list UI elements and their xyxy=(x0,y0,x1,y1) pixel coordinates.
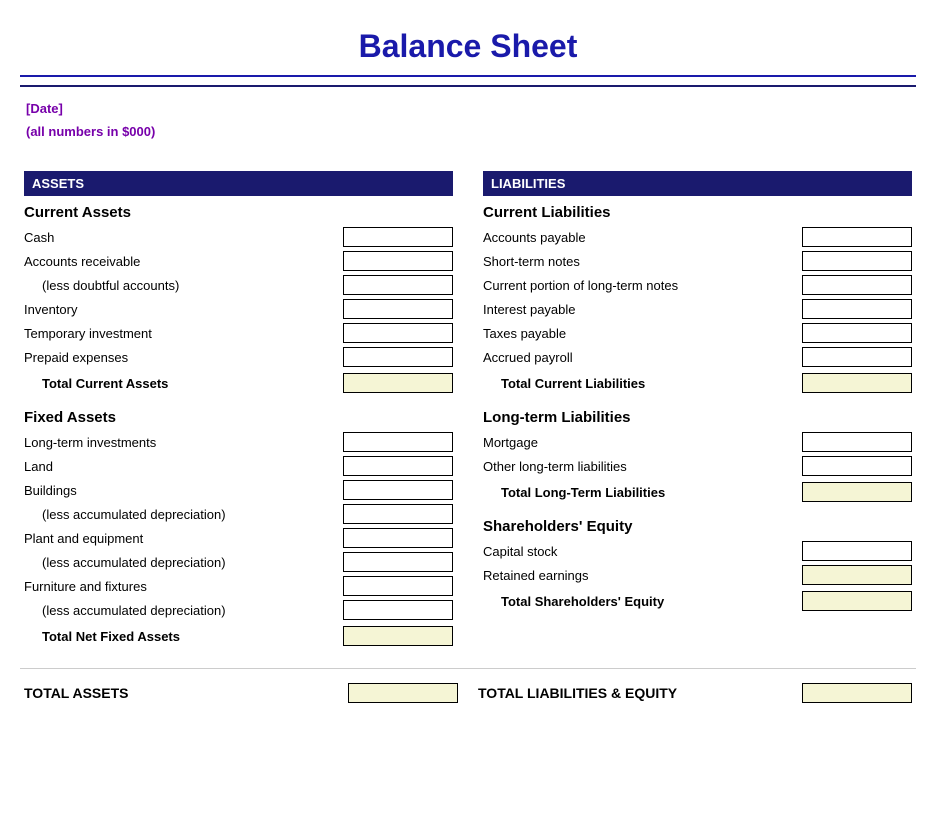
list-item: (less accumulated depreciation) xyxy=(24,550,453,574)
temporary-investment-input[interactable] xyxy=(343,323,453,343)
subtitle-date: [Date] xyxy=(20,95,916,118)
list-item: Current portion of long-term notes xyxy=(483,273,912,297)
plant-equipment-input[interactable] xyxy=(343,528,453,548)
total-liabilities-equity-row: TOTAL LIABILITIES & EQUITY xyxy=(478,679,912,707)
assets-header: ASSETS xyxy=(24,171,453,196)
capital-stock-input[interactable] xyxy=(802,541,912,561)
total-net-fixed-assets-row: Total Net Fixed Assets xyxy=(24,622,453,648)
total-liabilities-equity-input[interactable] xyxy=(802,683,912,703)
list-item: Accounts receivable xyxy=(24,249,453,273)
taxes-payable-input[interactable] xyxy=(802,323,912,343)
list-item: Long-term investments xyxy=(24,430,453,454)
total-current-assets-row: Total Current Assets xyxy=(24,369,453,395)
inventory-input[interactable] xyxy=(343,299,453,319)
list-item: Accrued payroll xyxy=(483,345,912,369)
less-accum-dep-furniture-input[interactable] xyxy=(343,600,453,620)
total-shareholders-equity-row: Total Shareholders' Equity xyxy=(483,587,912,613)
list-item: Other long-term liabilities xyxy=(483,454,912,478)
list-item: Accounts payable xyxy=(483,225,912,249)
longterm-liabilities-title: Long-term Liabilities xyxy=(483,409,912,426)
retained-earnings-input[interactable] xyxy=(802,565,912,585)
list-item: (less accumulated depreciation) xyxy=(24,598,453,622)
land-input[interactable] xyxy=(343,456,453,476)
other-longterm-liabilities-input[interactable] xyxy=(802,456,912,476)
page-title: Balance Sheet xyxy=(20,10,916,77)
list-item: Mortgage xyxy=(483,430,912,454)
list-item: Furniture and fixtures xyxy=(24,574,453,598)
buildings-input[interactable] xyxy=(343,480,453,500)
total-current-liabilities-input[interactable] xyxy=(802,373,912,393)
cash-input[interactable] xyxy=(343,227,453,247)
longterm-investments-input[interactable] xyxy=(343,432,453,452)
total-longterm-liabilities-row: Total Long-Term Liabilities xyxy=(483,478,912,504)
mortgage-input[interactable] xyxy=(802,432,912,452)
total-assets-row: TOTAL ASSETS xyxy=(24,679,458,707)
list-item: (less accumulated depreciation) xyxy=(24,502,453,526)
total-longterm-liabilities-input[interactable] xyxy=(802,482,912,502)
total-shareholders-equity-input[interactable] xyxy=(802,591,912,611)
current-assets-title: Current Assets xyxy=(24,204,453,221)
less-accum-dep-buildings-input[interactable] xyxy=(343,504,453,524)
list-item: Cash xyxy=(24,225,453,249)
less-accum-dep-plant-input[interactable] xyxy=(343,552,453,572)
liabilities-header: LIABILITIES xyxy=(483,171,912,196)
list-item: Land xyxy=(24,454,453,478)
total-net-fixed-assets-input[interactable] xyxy=(343,626,453,646)
total-assets-input[interactable] xyxy=(348,683,458,703)
list-item: Interest payable xyxy=(483,297,912,321)
accrued-payroll-input[interactable] xyxy=(802,347,912,367)
list-item: Capital stock xyxy=(483,539,912,563)
fixed-assets-title: Fixed Assets xyxy=(24,409,453,426)
short-term-notes-input[interactable] xyxy=(802,251,912,271)
shareholders-equity-title: Shareholders' Equity xyxy=(483,518,912,535)
current-portion-longterm-input[interactable] xyxy=(802,275,912,295)
accounts-payable-input[interactable] xyxy=(802,227,912,247)
total-current-assets-input[interactable] xyxy=(343,373,453,393)
list-item: Prepaid expenses xyxy=(24,345,453,369)
list-item: Buildings xyxy=(24,478,453,502)
list-item: Temporary investment xyxy=(24,321,453,345)
accounts-receivable-input[interactable] xyxy=(343,251,453,271)
list-item: Retained earnings xyxy=(483,563,912,587)
list-item: Plant and equipment xyxy=(24,526,453,550)
interest-payable-input[interactable] xyxy=(802,299,912,319)
furniture-fixtures-input[interactable] xyxy=(343,576,453,596)
less-doubtful-input[interactable] xyxy=(343,275,453,295)
list-item: Taxes payable xyxy=(483,321,912,345)
prepaid-expenses-input[interactable] xyxy=(343,347,453,367)
total-current-liabilities-row: Total Current Liabilities xyxy=(483,369,912,395)
list-item: Short-term notes xyxy=(483,249,912,273)
list-item: (less doubtful accounts) xyxy=(24,273,453,297)
list-item: Inventory xyxy=(24,297,453,321)
current-liabilities-title: Current Liabilities xyxy=(483,204,912,221)
subtitle-numbers: (all numbers in $000) xyxy=(20,118,916,141)
